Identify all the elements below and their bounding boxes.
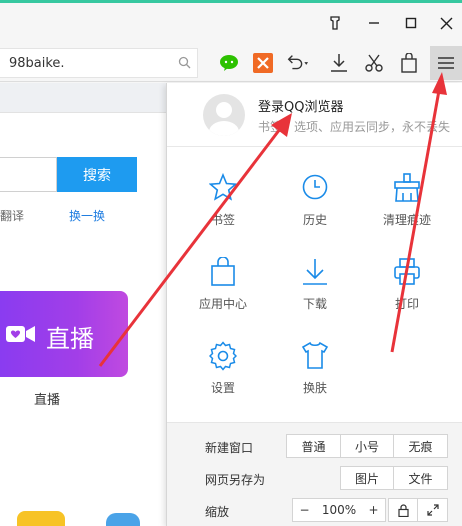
arrow-to-menu-button-head	[432, 72, 447, 95]
annotation-arrows	[98, 72, 447, 367]
arrow-to-login-head	[271, 113, 292, 137]
arrow-to-login	[98, 124, 285, 367]
arrow-to-menu-button	[390, 84, 442, 353]
